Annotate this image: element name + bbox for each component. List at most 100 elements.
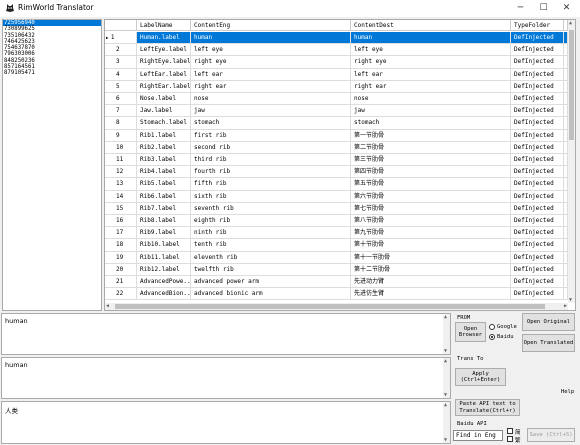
contentdest-cell[interactable]: 第十二节肋骨 [351, 263, 511, 276]
typefolder-cell[interactable]: DefInjected [511, 166, 564, 179]
labelname-cell[interactable]: Jaw.label [137, 105, 191, 118]
typefolder-cell[interactable]: DefInjected [511, 190, 564, 203]
labelname-cell[interactable]: Rib3.label [137, 154, 191, 167]
typefolder-cell[interactable]: DefInjected [511, 80, 564, 93]
contentdest-cell[interactable]: 先进动力臂 [351, 276, 511, 289]
table-row[interactable]: ▶ 1 Human.label human human DefInjected [105, 32, 571, 45]
row-number-cell[interactable]: 18 [105, 239, 137, 252]
contentdest-cell[interactable]: 第二节肋骨 [351, 141, 511, 154]
row-number-cell[interactable]: 12 [105, 166, 137, 179]
labelname-cell[interactable]: AdvancedBion... [137, 288, 191, 301]
labelname-cell[interactable]: LeftEye.label [137, 44, 191, 57]
typefolder-cell[interactable]: DefInjected [511, 239, 564, 252]
contenteng-cell[interactable]: human [191, 32, 351, 45]
table-row[interactable]: 7 Jaw.label jaw jaw DefInjected [105, 105, 571, 118]
table-row[interactable]: 6 Nose.label nose nose DefInjected [105, 93, 571, 106]
find-in-eng-input[interactable]: Find in Eng [453, 430, 503, 441]
table-row[interactable]: 21 AdvancedPowe... advanced power arm 先进动力臂… [105, 276, 571, 289]
simplified-checkbox[interactable] [507, 428, 513, 434]
row-number-cell[interactable]: ▶ 1 [105, 32, 137, 45]
row-number-cell[interactable]: 11 [105, 154, 137, 167]
text-scrollbar[interactable]: ▲ ▼ [443, 314, 450, 354]
row-number-cell[interactable]: 17 [105, 227, 137, 240]
contentdest-cell[interactable]: 第五节肋骨 [351, 178, 511, 191]
contentdest-cell[interactable]: human [351, 32, 511, 45]
contenteng-cell[interactable]: seventh rib [191, 202, 351, 215]
labelname-cell[interactable]: Rib12.label [137, 263, 191, 276]
row-number-cell[interactable]: 22 [105, 288, 137, 301]
typefolder-cell[interactable]: DefInjected [511, 263, 564, 276]
row-number-cell[interactable]: 5 [105, 80, 137, 93]
scroll-right-icon[interactable]: ▶ [564, 303, 567, 309]
scroll-down-icon[interactable]: ▼ [444, 348, 447, 354]
table-row[interactable]: 15 Rib7.label seventh rib 第七节肋骨 DefInjected [105, 202, 571, 215]
contenteng-cell[interactable]: twelfth rib [191, 263, 351, 276]
open-browser-button[interactable]: Open Browser [455, 322, 486, 342]
typefolder-cell[interactable]: DefInjected [511, 68, 564, 81]
labelname-cell[interactable]: Rib9.label [137, 227, 191, 240]
typefolder-cell[interactable]: DefInjected [511, 227, 564, 240]
scroll-down-icon[interactable]: ▼ [444, 392, 447, 398]
contenteng-cell[interactable]: eighth rib [191, 215, 351, 228]
labelname-cell[interactable]: Rib6.label [137, 190, 191, 203]
contenteng-cell[interactable]: advanced bionic arm [191, 288, 351, 301]
typefolder-cell[interactable]: DefInjected [511, 93, 564, 106]
table-row[interactable]: 16 Rib8.label eighth rib 第八节肋骨 DefInjected [105, 215, 571, 228]
contentdest-cell[interactable]: 第九节肋骨 [351, 227, 511, 240]
labelname-cell[interactable]: Human.label [137, 32, 191, 45]
typefolder-cell[interactable]: DefInjected [511, 251, 564, 264]
labelname-cell[interactable]: Rib1.label [137, 129, 191, 142]
typefolder-cell[interactable]: DefInjected [511, 202, 564, 215]
contenteng-cell[interactable]: fifth rib [191, 178, 351, 191]
typefolder-cell[interactable]: DefInjected [511, 105, 564, 118]
row-number-cell[interactable]: 7 [105, 105, 137, 118]
typefolder-cell[interactable]: DefInjected [511, 178, 564, 191]
row-number-cell[interactable]: 2 [105, 44, 137, 57]
typefolder-cell[interactable]: DefInjected [511, 276, 564, 289]
contenteng-cell[interactable]: right eye [191, 56, 351, 69]
labelname-cell[interactable]: Nose.label [137, 93, 191, 106]
contenteng-cell[interactable]: right ear [191, 80, 351, 93]
contentdest-cell[interactable]: jaw [351, 105, 511, 118]
column-header-labelname[interactable]: LabelName [137, 20, 191, 31]
labelname-cell[interactable]: Rib8.label [137, 215, 191, 228]
contenteng-cell[interactable]: eleventh rib [191, 251, 351, 264]
labelname-cell[interactable]: Rib5.label [137, 178, 191, 191]
close-button[interactable]: ✕ [555, 0, 578, 17]
table-row[interactable]: 22 AdvancedBion... advanced bionic arm 先进仿生… [105, 288, 571, 301]
row-number-cell[interactable]: 19 [105, 251, 137, 264]
paste-api-button[interactable]: Paste API text to Translate(Ctrl+↑) [455, 399, 520, 416]
labelname-cell[interactable]: RightEye.label [137, 56, 191, 69]
traditional-checkbox[interactable] [507, 436, 513, 442]
labelname-cell[interactable]: RightEar.label [137, 80, 191, 93]
typefolder-cell[interactable]: DefInjected [511, 44, 564, 57]
contentdest-cell[interactable]: nose [351, 93, 511, 106]
google-radio[interactable] [489, 324, 495, 330]
row-number-cell[interactable]: 16 [105, 215, 137, 228]
scroll-down-icon[interactable]: ▼ [444, 437, 447, 443]
grid-vertical-scrollbar[interactable]: ▲ ▼ [568, 20, 575, 303]
table-row[interactable]: 13 Rib5.label fifth rib 第五节肋骨 DefInjected [105, 178, 571, 191]
contenteng-cell[interactable]: ninth rib [191, 227, 351, 240]
typefolder-cell[interactable]: DefInjected [511, 215, 564, 228]
table-row[interactable]: 10 Rib2.label second rib 第二节肋骨 DefInjected [105, 141, 571, 154]
contenteng-cell[interactable]: left ear [191, 68, 351, 81]
help-link[interactable]: Help [561, 389, 574, 395]
row-number-cell[interactable]: 21 [105, 276, 137, 289]
table-row[interactable]: 19 Rib11.label eleventh rib 第十一节肋骨 DefInject… [105, 251, 571, 264]
scroll-thumb[interactable] [115, 304, 545, 309]
table-row[interactable]: 20 Rib12.label twelfth rib 第十二节肋骨 DefInjecte… [105, 263, 571, 276]
maximize-button[interactable]: ☐ [532, 0, 555, 17]
row-number-cell[interactable]: 10 [105, 141, 137, 154]
text-scrollbar[interactable]: ▲ ▼ [443, 358, 450, 398]
open-translated-button[interactable]: Open Translated [522, 334, 575, 352]
labelname-cell[interactable]: LeftEar.label [137, 68, 191, 81]
table-row[interactable]: 5 RightEar.label right ear right ear DefInje… [105, 80, 571, 93]
contenteng-cell[interactable]: third rib [191, 154, 351, 167]
contentdest-cell[interactable]: right ear [351, 80, 511, 93]
contenteng-cell[interactable]: nose [191, 93, 351, 106]
contentdest-cell[interactable]: stomach [351, 117, 511, 130]
save-button[interactable]: Save (Ctrl+S) [527, 428, 575, 442]
typefolder-cell[interactable]: DefInjected [511, 154, 564, 167]
table-row[interactable]: 18 Rib10.label tenth rib 第十节肋骨 DefInjected [105, 239, 571, 252]
